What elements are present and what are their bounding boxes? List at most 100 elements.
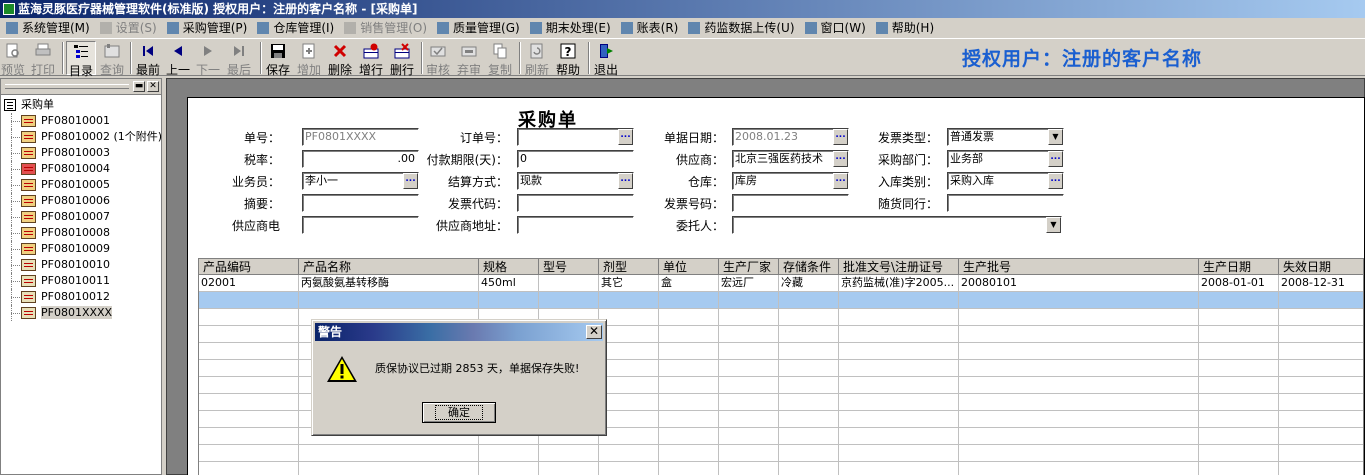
table-cell[interactable] xyxy=(719,292,779,309)
field-doc-no[interactable]: PF0801XXXX xyxy=(302,128,419,146)
column-header[interactable]: 规格 xyxy=(479,259,539,275)
table-cell[interactable]: 盒 xyxy=(659,275,719,292)
table-cell[interactable] xyxy=(599,377,659,394)
first-record-button[interactable]: 最前 xyxy=(134,41,162,77)
tree-item[interactable]: PF0801XXXX xyxy=(1,305,161,321)
table-cell[interactable] xyxy=(779,343,839,360)
table-cell[interactable] xyxy=(599,326,659,343)
table-cell[interactable] xyxy=(1199,360,1279,377)
table-cell[interactable] xyxy=(719,462,779,475)
table-row[interactable] xyxy=(199,292,1363,309)
table-cell[interactable] xyxy=(299,445,479,462)
table-cell[interactable] xyxy=(199,394,299,411)
table-cell[interactable] xyxy=(1279,377,1363,394)
table-cell[interactable] xyxy=(599,292,659,309)
table-cell[interactable] xyxy=(779,309,839,326)
table-cell[interactable] xyxy=(659,326,719,343)
table-cell[interactable] xyxy=(959,428,1199,445)
tree-item[interactable]: PF08010003 xyxy=(1,145,161,161)
menu-item-1[interactable]: 设置(S) xyxy=(96,18,163,38)
audit-button[interactable]: 审核 xyxy=(425,41,451,77)
panel-close-button[interactable]: ✕ xyxy=(147,81,159,92)
field-order-no[interactable]: ... xyxy=(517,128,634,146)
field-tax-rate[interactable]: .00 xyxy=(302,150,419,168)
table-cell[interactable] xyxy=(1279,462,1363,475)
table-cell[interactable] xyxy=(199,411,299,428)
lookup-button[interactable]: ... xyxy=(618,173,633,189)
table-cell[interactable]: 丙氨酸氨基转移酶 xyxy=(299,275,479,292)
table-cell[interactable]: 其它 xyxy=(599,275,659,292)
table-cell[interactable]: 2008-12-31 xyxy=(1279,275,1363,292)
table-cell[interactable]: 宏远厂 xyxy=(719,275,779,292)
table-cell[interactable] xyxy=(1199,394,1279,411)
table-cell[interactable] xyxy=(959,343,1199,360)
table-cell[interactable] xyxy=(479,462,539,475)
tree-item[interactable]: PF08010008 xyxy=(1,225,161,241)
table-cell[interactable] xyxy=(719,428,779,445)
column-header[interactable]: 生产日期 xyxy=(1199,259,1279,275)
table-cell[interactable] xyxy=(299,462,479,475)
tree-item[interactable]: PF08010010 xyxy=(1,257,161,273)
lookup-button[interactable]: ... xyxy=(1048,173,1063,189)
field-doc-date[interactable]: 2008.01.23... xyxy=(732,128,849,146)
table-cell[interactable] xyxy=(839,428,959,445)
table-cell[interactable]: 2008-01-01 xyxy=(1199,275,1279,292)
table-cell[interactable] xyxy=(539,462,599,475)
table-cell[interactable] xyxy=(199,428,299,445)
table-cell[interactable] xyxy=(599,462,659,475)
table-cell[interactable] xyxy=(199,343,299,360)
column-header[interactable]: 生产厂家 xyxy=(719,259,779,275)
column-header[interactable]: 批准文号\注册证号 xyxy=(839,259,959,275)
menu-item-2[interactable]: 采购管理(P) xyxy=(163,18,254,38)
tree-item[interactable]: PF08010009 xyxy=(1,241,161,257)
panel-grip[interactable] xyxy=(5,84,129,89)
dialog-ok-button[interactable]: 确定 xyxy=(422,402,496,423)
table-cell[interactable] xyxy=(659,309,719,326)
table-cell[interactable] xyxy=(199,462,299,475)
menu-item-5[interactable]: 质量管理(G) xyxy=(433,18,526,38)
table-cell[interactable] xyxy=(779,326,839,343)
table-cell[interactable] xyxy=(1199,309,1279,326)
table-cell[interactable] xyxy=(959,445,1199,462)
column-header[interactable]: 产品编码 xyxy=(199,259,299,275)
add-button[interactable]: 增加 xyxy=(295,41,323,77)
catalog-button[interactable]: 目录 xyxy=(66,41,96,78)
table-cell[interactable] xyxy=(659,377,719,394)
exit-button[interactable]: 退出 xyxy=(592,41,620,77)
table-cell[interactable] xyxy=(1199,462,1279,475)
table-cell[interactable] xyxy=(479,292,539,309)
table-cell[interactable] xyxy=(1199,445,1279,462)
table-cell[interactable] xyxy=(199,292,299,309)
menu-item-10[interactable]: 帮助(H) xyxy=(872,18,940,38)
add-row-button[interactable]: 增行 xyxy=(357,41,385,77)
column-header[interactable]: 生产批号 xyxy=(959,259,1199,275)
table-cell[interactable] xyxy=(779,394,839,411)
table-cell[interactable] xyxy=(1199,343,1279,360)
table-cell[interactable] xyxy=(659,394,719,411)
table-cell[interactable] xyxy=(959,377,1199,394)
table-cell[interactable] xyxy=(1279,326,1363,343)
field-invoice-code[interactable] xyxy=(517,194,634,212)
save-button[interactable]: 保存 xyxy=(264,41,292,77)
column-header[interactable]: 存储条件 xyxy=(779,259,839,275)
table-cell[interactable] xyxy=(479,445,539,462)
table-cell[interactable] xyxy=(599,411,659,428)
table-cell[interactable] xyxy=(959,394,1199,411)
tree-item[interactable]: PF08010011 xyxy=(1,273,161,289)
tree-root[interactable]: 采购单 xyxy=(1,97,161,113)
dialog-close-button[interactable]: ✕ xyxy=(586,325,602,339)
table-cell[interactable] xyxy=(659,411,719,428)
prev-record-button[interactable]: 上一 xyxy=(164,41,192,77)
table-cell[interactable] xyxy=(1199,326,1279,343)
copy-button[interactable]: 复制 xyxy=(486,41,514,77)
delete-button[interactable]: 删除 xyxy=(325,41,355,77)
table-cell[interactable] xyxy=(779,292,839,309)
table-cell[interactable] xyxy=(839,360,959,377)
table-cell[interactable] xyxy=(199,377,299,394)
table-cell[interactable] xyxy=(659,360,719,377)
table-cell[interactable] xyxy=(779,360,839,377)
panel-minimize-button[interactable]: ▬ xyxy=(133,81,145,92)
next-record-button[interactable]: 下一 xyxy=(194,41,222,77)
table-cell[interactable] xyxy=(599,360,659,377)
field-warehouse[interactable]: 库房... xyxy=(732,172,849,190)
